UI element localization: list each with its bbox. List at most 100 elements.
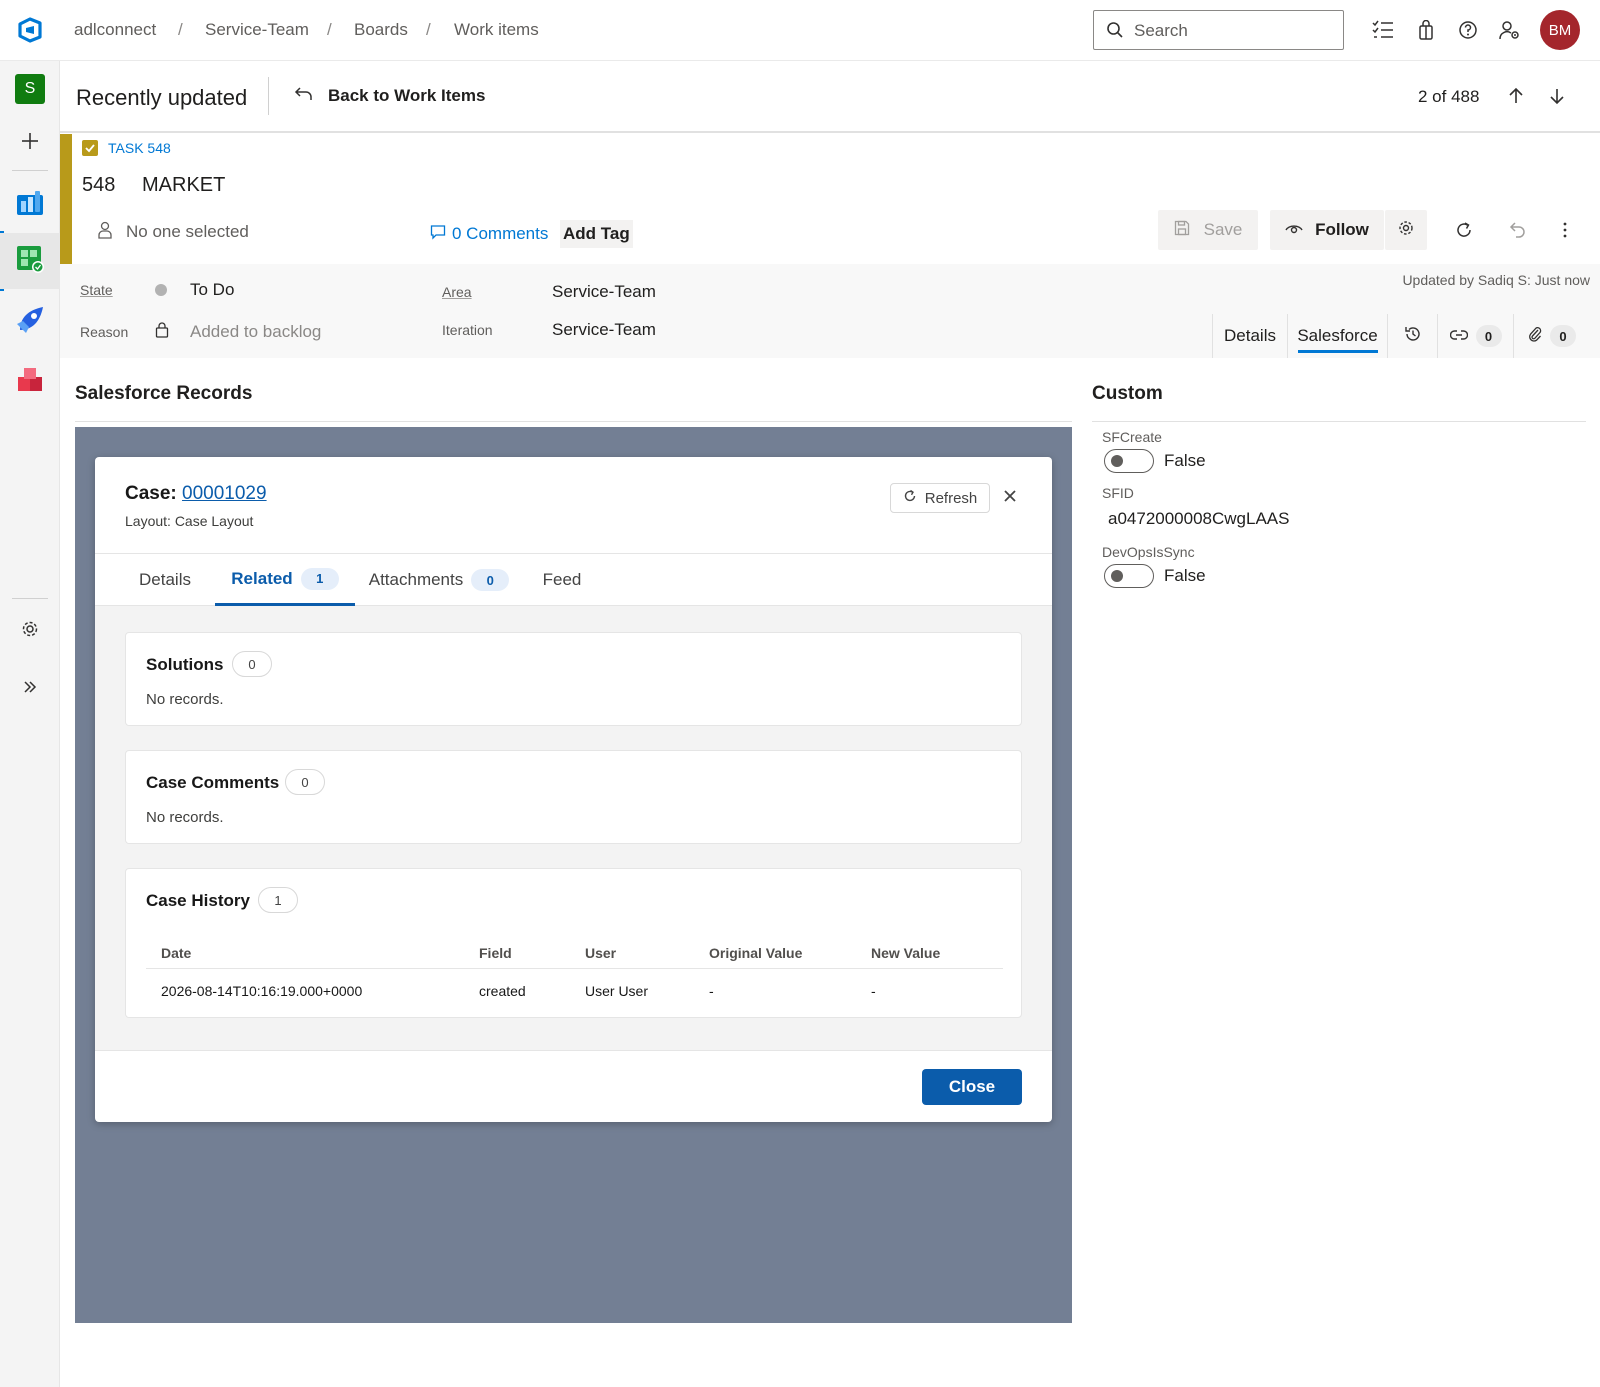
- back-arrow-icon: [294, 86, 314, 107]
- more-actions-icon[interactable]: [1562, 220, 1568, 245]
- solutions-title: Solutions: [146, 655, 224, 674]
- sfcreate-label: SFCreate: [1102, 429, 1162, 445]
- tab-links[interactable]: 0: [1438, 314, 1514, 358]
- nav-boards[interactable]: [0, 233, 60, 289]
- iteration-value[interactable]: Service-Team: [552, 320, 656, 340]
- work-item-title[interactable]: MARKET: [142, 174, 225, 197]
- work-item-header: Recently updated Back to Work Items 2 of…: [60, 61, 1600, 133]
- next-item-down-arrow-icon[interactable]: [1547, 86, 1567, 111]
- area-label: Area: [442, 284, 472, 300]
- gear-icon: [21, 620, 39, 643]
- lock-icon: [155, 322, 169, 343]
- expand-nav-button[interactable]: [0, 661, 60, 717]
- sfcreate-toggle[interactable]: [1104, 449, 1154, 473]
- modal-tab-attachments[interactable]: Attachments 0: [365, 554, 513, 606]
- case-number-link[interactable]: 00001029: [182, 483, 267, 504]
- search-input[interactable]: [1134, 20, 1334, 42]
- devopsissync-toggle[interactable]: [1104, 564, 1154, 588]
- assigned-to-field[interactable]: No one selected: [98, 220, 249, 244]
- tab-history[interactable]: [1388, 314, 1438, 358]
- sfid-value[interactable]: a0472000008CwgLAAS: [1108, 509, 1289, 529]
- azure-devops-logo-icon[interactable]: [16, 16, 44, 44]
- breadcrumb-boards[interactable]: Boards: [354, 20, 408, 40]
- app-root: adlconnect / Service-Team / Boards / Wor…: [0, 0, 1600, 1387]
- task-list-icon[interactable]: [1371, 18, 1395, 42]
- user-settings-icon[interactable]: [1498, 18, 1522, 42]
- salesforce-case-modal: Case: 00001029 Layout: Case Layout Refre…: [95, 457, 1052, 1122]
- area-value[interactable]: Service-Team: [552, 282, 656, 302]
- history-cell-original-value: -: [709, 983, 714, 999]
- history-cell-new-value: -: [871, 983, 876, 999]
- history-icon: [1404, 325, 1422, 348]
- modal-tab-details-label: Details: [139, 570, 191, 589]
- comment-icon: [430, 224, 446, 245]
- close-icon[interactable]: [1003, 489, 1017, 508]
- state-value[interactable]: To Do: [190, 280, 234, 300]
- tab-salesforce-label: Salesforce: [1297, 325, 1378, 345]
- follow-button[interactable]: Follow: [1270, 210, 1384, 250]
- section-divider: [75, 421, 1072, 422]
- nav-overview[interactable]: [0, 176, 60, 232]
- modal-tabs: Details Related 1 Attachments 0 Feed: [95, 553, 1052, 606]
- reason-value: Added to backlog: [190, 322, 322, 341]
- comments-link[interactable]: 0 Comments: [430, 222, 548, 246]
- tab-salesforce[interactable]: Salesforce: [1288, 314, 1388, 358]
- modal-tab-details[interactable]: Details: [123, 554, 207, 606]
- case-comments-empty-text: No records.: [146, 809, 224, 826]
- avatar[interactable]: BM: [1540, 10, 1580, 50]
- marketplace-bag-icon[interactable]: [1414, 18, 1438, 42]
- case-prefix: Case:: [125, 483, 183, 504]
- tab-details-label: Details: [1224, 326, 1276, 345]
- work-item-id: 548: [82, 174, 116, 196]
- tab-attachments[interactable]: 0: [1514, 314, 1590, 358]
- project-settings-button[interactable]: [0, 603, 60, 659]
- gear-icon: [1398, 220, 1414, 241]
- state-dot-icon: [155, 284, 167, 296]
- case-heading: Case: 00001029: [125, 483, 267, 505]
- new-item-button[interactable]: [0, 115, 60, 171]
- case-comments-title: Case Comments: [146, 773, 280, 792]
- modal-tab-feed[interactable]: Feed: [525, 554, 599, 606]
- plus-icon: [20, 131, 40, 156]
- breadcrumb-project[interactable]: Service-Team: [205, 20, 309, 40]
- modal-body: Solutions 0 No records. Case Comments 0 …: [95, 606, 1052, 1050]
- tab-active-underline: [1297, 349, 1378, 353]
- back-to-work-items-link[interactable]: Back to Work Items: [294, 83, 485, 109]
- state-label: State: [80, 282, 113, 298]
- tab-details[interactable]: Details: [1212, 314, 1288, 358]
- work-item-settings-button[interactable]: [1385, 210, 1427, 250]
- sfcreate-value: False: [1164, 451, 1206, 470]
- paperclip-icon: [1528, 326, 1542, 347]
- nav-divider: [12, 170, 48, 171]
- solutions-empty-text: No records.: [146, 691, 224, 708]
- nav-divider: [12, 598, 48, 599]
- undo-icon[interactable]: [1508, 220, 1528, 245]
- custom-section-title: Custom: [1092, 383, 1163, 404]
- salesforce-section-title: Salesforce Records: [75, 383, 253, 404]
- search-box[interactable]: [1093, 10, 1344, 50]
- project-button[interactable]: S: [0, 61, 60, 117]
- refresh-icon[interactable]: [1454, 220, 1474, 245]
- nav-artifacts[interactable]: [0, 354, 60, 410]
- page-title: Recently updated: [76, 85, 248, 110]
- overview-icon: [15, 187, 45, 222]
- case-comments-count: 0: [285, 769, 325, 795]
- help-icon[interactable]: [1456, 18, 1480, 42]
- project-avatar: S: [15, 74, 45, 104]
- breadcrumb-org[interactable]: adlconnect: [74, 20, 156, 40]
- task-checkbox-icon: [82, 140, 98, 156]
- save-label: Save: [1203, 220, 1243, 239]
- history-cell-user: User User: [585, 983, 649, 999]
- reason-label: Reason: [80, 324, 129, 340]
- previous-item-up-arrow-icon[interactable]: [1506, 86, 1526, 111]
- close-button[interactable]: Close: [922, 1069, 1022, 1105]
- add-tag-button[interactable]: Add Tag: [560, 220, 633, 248]
- nav-pipelines[interactable]: [0, 294, 60, 350]
- modal-tab-related[interactable]: Related 1: [215, 554, 355, 606]
- breadcrumb-work-items[interactable]: Work items: [454, 20, 539, 40]
- modal-tab-attachments-label: Attachments: [368, 570, 464, 589]
- case-history-card: Case History 1 Date Field User Original …: [125, 868, 1022, 1018]
- save-button[interactable]: Save: [1158, 210, 1258, 250]
- refresh-button[interactable]: Refresh: [890, 483, 990, 513]
- comments-count: 0 Comments: [452, 224, 549, 243]
